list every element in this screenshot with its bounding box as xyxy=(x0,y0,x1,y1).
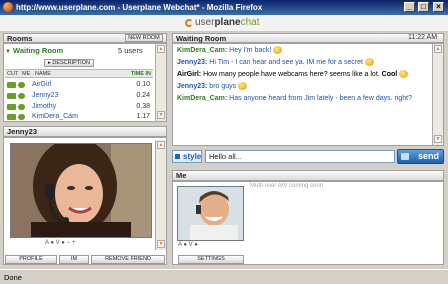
userplane-logo-icon xyxy=(185,19,193,27)
user-time-in: 1.17 xyxy=(136,113,150,120)
status-bar: Done xyxy=(0,269,448,284)
chat-input[interactable] xyxy=(205,150,395,163)
smiley-icon xyxy=(364,58,374,67)
message-text: Hi Tim - I can hear and see ya. IM me fo… xyxy=(207,59,363,66)
chat-message: AirGirl: How many people have webcams he… xyxy=(177,70,429,79)
smiley-icon xyxy=(399,70,409,79)
send-label: send xyxy=(417,151,439,161)
my-webcam-image xyxy=(178,187,243,240)
message-text: Hey I'm back! xyxy=(227,47,272,54)
multi-user-note: Multi-user A/V coming soon xyxy=(250,183,324,189)
im-button[interactable]: IM xyxy=(59,255,89,264)
col-me[interactable]: ME xyxy=(22,71,30,77)
expand-triangle-icon: ▼ xyxy=(5,49,11,55)
send-button[interactable]: send xyxy=(397,149,444,164)
brand-plane: plane xyxy=(214,17,241,28)
col-name[interactable]: NAME xyxy=(35,71,51,77)
camera-icon xyxy=(7,114,16,120)
jenny-video xyxy=(10,143,152,238)
brand-user: user xyxy=(195,17,215,28)
message-sender: Jenny23: xyxy=(177,83,208,90)
chat-message: Jenny23: bro guys xyxy=(177,82,429,91)
message-sender: AirGirl: xyxy=(177,71,202,78)
mic-icon xyxy=(18,93,25,99)
scroll-down-icon[interactable]: ▼ xyxy=(157,240,165,248)
brand-chat: chat xyxy=(240,17,260,28)
scroll-up-icon[interactable]: ▲ xyxy=(434,45,442,53)
user-name: AirGirl xyxy=(32,81,52,88)
scroll-up-icon[interactable]: ▲ xyxy=(157,141,165,149)
user-count: 5 users xyxy=(118,46,143,55)
user-row[interactable]: AirGirl 0.10 xyxy=(5,80,153,90)
mic-icon xyxy=(18,114,25,120)
my-av-controls[interactable]: A ● V ● xyxy=(178,242,244,250)
style-label: style xyxy=(183,152,202,161)
me-panel-title: Me xyxy=(176,171,187,180)
scroll-down-icon[interactable]: ▼ xyxy=(434,135,442,143)
chat-room-title: Waiting Room xyxy=(176,34,227,43)
user-name: Jenny23 xyxy=(32,92,59,99)
smiley-icon xyxy=(273,46,283,55)
window-title: http://www.userplane.com - Userplane Web… xyxy=(16,3,263,12)
jenny-av-controls[interactable]: A ● V ● − + xyxy=(45,240,117,248)
current-room-name: Waiting Room xyxy=(13,46,64,55)
status-text: Done xyxy=(4,273,22,282)
style-icon xyxy=(175,154,180,159)
me-panel-header: Me xyxy=(172,170,444,181)
jenny-webcam-image xyxy=(11,144,151,237)
user-time-in: 0.24 xyxy=(136,92,150,99)
camera-icon xyxy=(7,104,16,110)
mic-icon xyxy=(18,82,25,88)
jenny-panel-header: Jenny23 xyxy=(3,126,167,137)
camera-icon xyxy=(7,82,16,88)
chat-clock: 11:22 AM xyxy=(408,34,438,41)
scroll-down-icon[interactable]: ▼ xyxy=(157,111,165,119)
style-button[interactable]: style xyxy=(172,150,202,163)
user-row[interactable]: Jenny23 0.24 xyxy=(5,91,153,101)
brand-logo: userplanechat xyxy=(195,17,259,28)
remove-friend-button[interactable]: REMOVE FRIEND xyxy=(91,255,165,264)
user-time-in: 0.38 xyxy=(136,103,150,110)
new-room-button[interactable]: NEW ROOM xyxy=(125,34,163,42)
smiley-icon xyxy=(238,82,248,91)
message-sender: Jenny23: xyxy=(177,59,208,66)
message-sender: KimDera_Cam: xyxy=(177,47,228,54)
settings-button[interactable]: SETTINGS xyxy=(178,255,244,264)
user-row[interactable]: Jimothy 0.38 xyxy=(5,102,153,112)
room-list-scrollbar[interactable]: ▲ ▼ xyxy=(155,44,166,121)
user-row[interactable]: KimDera_Cam 1.17 xyxy=(5,112,153,121)
close-button[interactable]: × xyxy=(433,2,444,12)
profile-button[interactable]: PROFILE xyxy=(5,255,57,264)
message-tail: Cool xyxy=(381,71,398,78)
user-time-in: 0.10 xyxy=(136,81,150,88)
window-title-bar: http://www.userplane.com - Userplane Web… xyxy=(0,0,448,15)
description-button[interactable]: ▸ DESCRIPTION xyxy=(44,59,94,67)
description-label: DESCRIPTION xyxy=(52,60,90,66)
send-icon xyxy=(401,153,409,160)
chat-panel-header: Waiting Room xyxy=(172,33,444,43)
user-name: KimDera_Cam xyxy=(32,113,78,120)
message-text: How many people have webcams here? seems… xyxy=(201,71,382,78)
user-name: Jimothy xyxy=(32,103,57,110)
jenny-panel-scrollbar[interactable]: ▲ ▼ xyxy=(155,140,166,250)
minimize-button[interactable]: _ xyxy=(404,2,415,12)
scroll-up-icon[interactable]: ▲ xyxy=(157,45,165,53)
message-text: bro guys xyxy=(207,83,237,90)
maximize-button[interactable]: □ xyxy=(418,2,429,12)
chat-message: KimDera_Cam: Hey I'm back! xyxy=(177,46,429,55)
chat-scrollbar[interactable]: ▲ ▼ xyxy=(432,44,443,145)
chat-message: KimDera_Cam: Has anyone heard from Jim l… xyxy=(177,94,429,103)
firefox-icon xyxy=(3,2,13,12)
camera-icon xyxy=(7,93,16,99)
jenny-panel-title: Jenny23 xyxy=(7,127,38,136)
user-table-header: CUT ME NAME TIME IN xyxy=(5,69,153,78)
message-text: Has anyone heard from Jim lately - been … xyxy=(227,95,413,102)
col-time-in[interactable]: TIME IN xyxy=(131,71,151,77)
message-sender: KimDera_Cam: xyxy=(177,95,228,102)
rooms-title: Rooms xyxy=(7,34,33,43)
mic-icon xyxy=(18,104,25,110)
my-video xyxy=(177,186,244,241)
col-cut[interactable]: CUT xyxy=(7,71,18,77)
chat-message: Jenny23: Hi Tim - I can hear and see ya.… xyxy=(177,58,429,67)
